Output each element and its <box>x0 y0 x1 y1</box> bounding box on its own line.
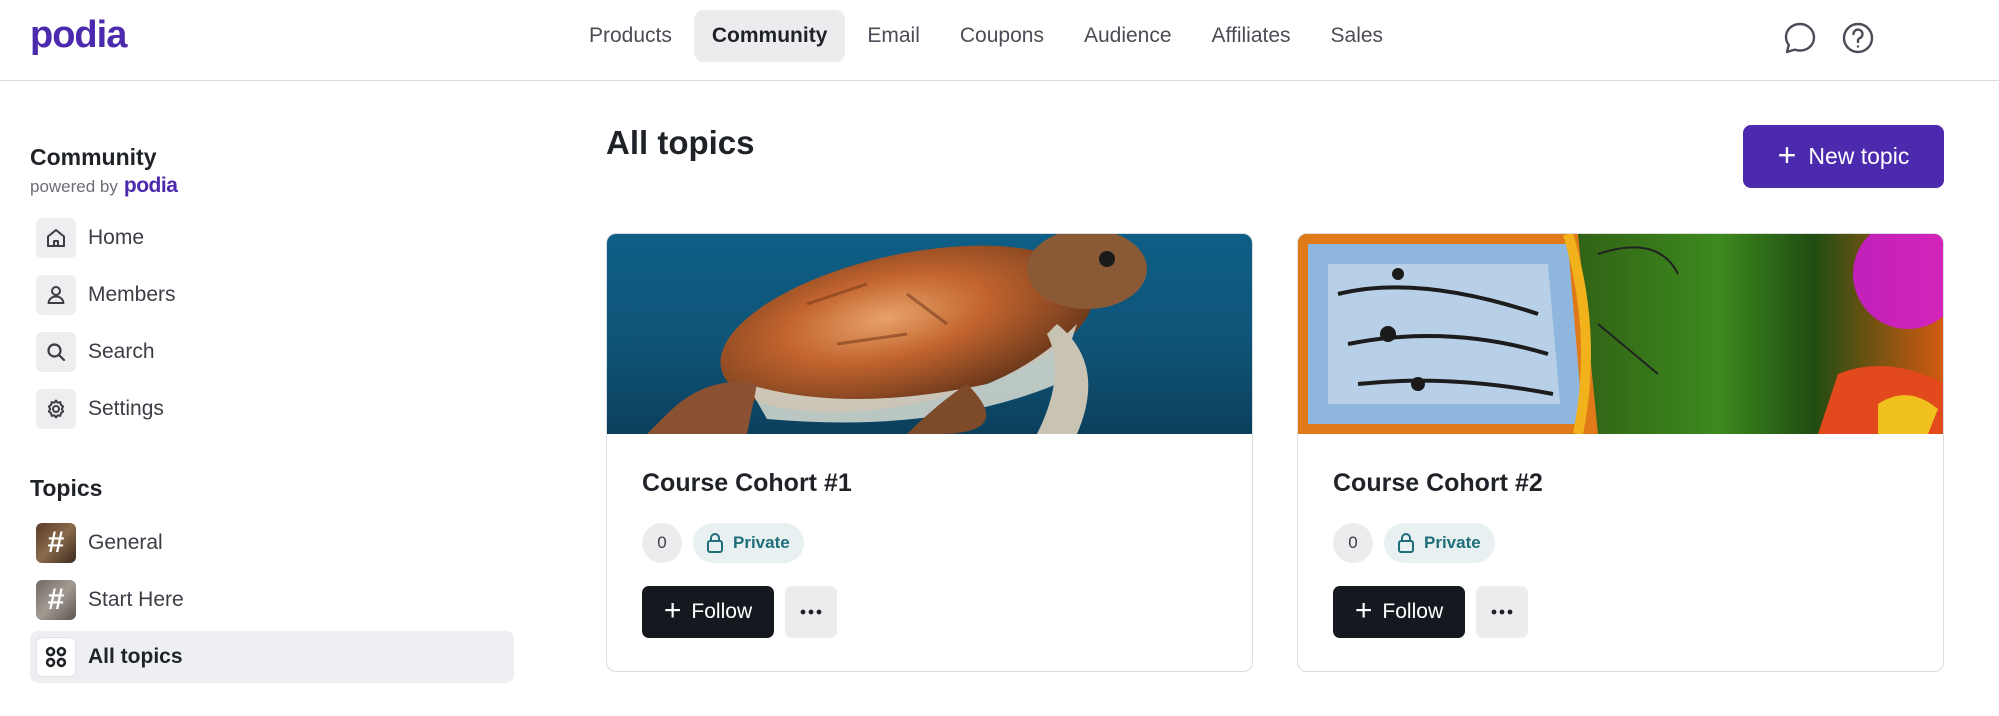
plus-icon: + <box>1777 137 1797 173</box>
topic-label: Start Here <box>88 588 184 611</box>
privacy-label: Private <box>733 533 790 552</box>
follow-label: Follow <box>691 600 753 623</box>
sidebar-item-label: Members <box>88 283 176 306</box>
sidebar-item-search[interactable]: Search <box>30 326 516 378</box>
privacy-label: Private <box>1424 533 1481 552</box>
follow-label: Follow <box>1382 600 1444 623</box>
nav-audience[interactable]: Audience <box>1066 10 1190 62</box>
new-topic-label: New topic <box>1808 143 1910 169</box>
plus-icon: + <box>1354 593 1373 627</box>
ellipsis-icon <box>1491 609 1513 615</box>
topic-title[interactable]: Course Cohort #1 <box>642 469 852 498</box>
topic-item-start-here[interactable]: # Start Here <box>30 574 516 626</box>
user-icon <box>36 275 76 315</box>
private-badge: Private <box>1384 523 1495 563</box>
more-options-button[interactable] <box>1476 586 1528 638</box>
community-sidebar: Community powered by podia Home Members … <box>30 140 516 688</box>
nav-community[interactable]: Community <box>693 10 846 62</box>
sidebar-item-members[interactable]: Members <box>30 269 516 321</box>
nav-sales[interactable]: Sales <box>1313 10 1402 62</box>
gear-icon <box>36 389 76 429</box>
sidebar-item-home[interactable]: Home <box>30 212 516 264</box>
hash-icon: # <box>36 523 76 563</box>
topic-label: All topics <box>88 645 183 668</box>
powered-by-logo: podia <box>123 174 178 197</box>
topic-cover-image <box>1298 234 1943 434</box>
member-count-badge: 0 <box>1333 523 1373 563</box>
sidebar-item-label: Home <box>88 226 145 249</box>
chat-bubble-icon[interactable] <box>1780 18 1820 58</box>
topic-cover-image <box>607 234 1252 434</box>
home-icon <box>36 218 76 258</box>
sidebar-nav-list: Home Members Search Settings <box>30 212 516 435</box>
follow-button[interactable]: + Follow <box>1333 586 1465 638</box>
more-options-button[interactable] <box>785 586 837 638</box>
member-count-badge: 0 <box>642 523 682 563</box>
help-circle-icon[interactable] <box>1838 18 1878 58</box>
topic-card[interactable]: Course Cohort #1 0 Private + Follow <box>606 233 1253 672</box>
private-badge: Private <box>693 523 804 563</box>
powered-by-text: powered by <box>30 177 118 196</box>
top-navigation-bar: podia Products Community Email Coupons A… <box>0 0 1999 81</box>
sidebar-item-settings[interactable]: Settings <box>30 383 516 435</box>
topic-item-general[interactable]: # General <box>30 517 516 569</box>
grid-icon <box>36 637 76 677</box>
sidebar-title: Community <box>30 144 157 170</box>
lock-icon <box>707 533 723 553</box>
podia-logo[interactable]: podia <box>30 13 127 57</box>
topic-card[interactable]: Course Cohort #2 0 Private + Follow <box>1297 233 1944 672</box>
page-title: All topics <box>606 124 755 161</box>
nav-affiliates[interactable]: Affiliates <box>1194 10 1309 62</box>
nav-email[interactable]: Email <box>849 10 938 62</box>
topics-heading: Topics <box>30 475 103 501</box>
main-nav: Products Community Email Coupons Audienc… <box>571 10 1405 62</box>
plus-icon: + <box>663 593 682 627</box>
ellipsis-icon <box>800 609 822 615</box>
hash-icon: # <box>36 580 76 620</box>
topic-title[interactable]: Course Cohort #2 <box>1333 469 1543 498</box>
powered-by: powered by podia <box>30 174 516 198</box>
nav-coupons[interactable]: Coupons <box>942 10 1062 62</box>
sidebar-item-label: Search <box>88 340 155 363</box>
search-icon <box>36 332 76 372</box>
sidebar-item-label: Settings <box>88 397 164 420</box>
follow-button[interactable]: + Follow <box>642 586 774 638</box>
topic-label: General <box>88 531 163 554</box>
topics-list: # General # Start Here All topics <box>30 517 516 683</box>
topic-item-all-topics[interactable]: All topics <box>30 631 514 683</box>
lock-icon <box>1398 533 1414 553</box>
nav-products[interactable]: Products <box>571 10 690 62</box>
new-topic-button[interactable]: + New topic <box>1743 125 1944 188</box>
